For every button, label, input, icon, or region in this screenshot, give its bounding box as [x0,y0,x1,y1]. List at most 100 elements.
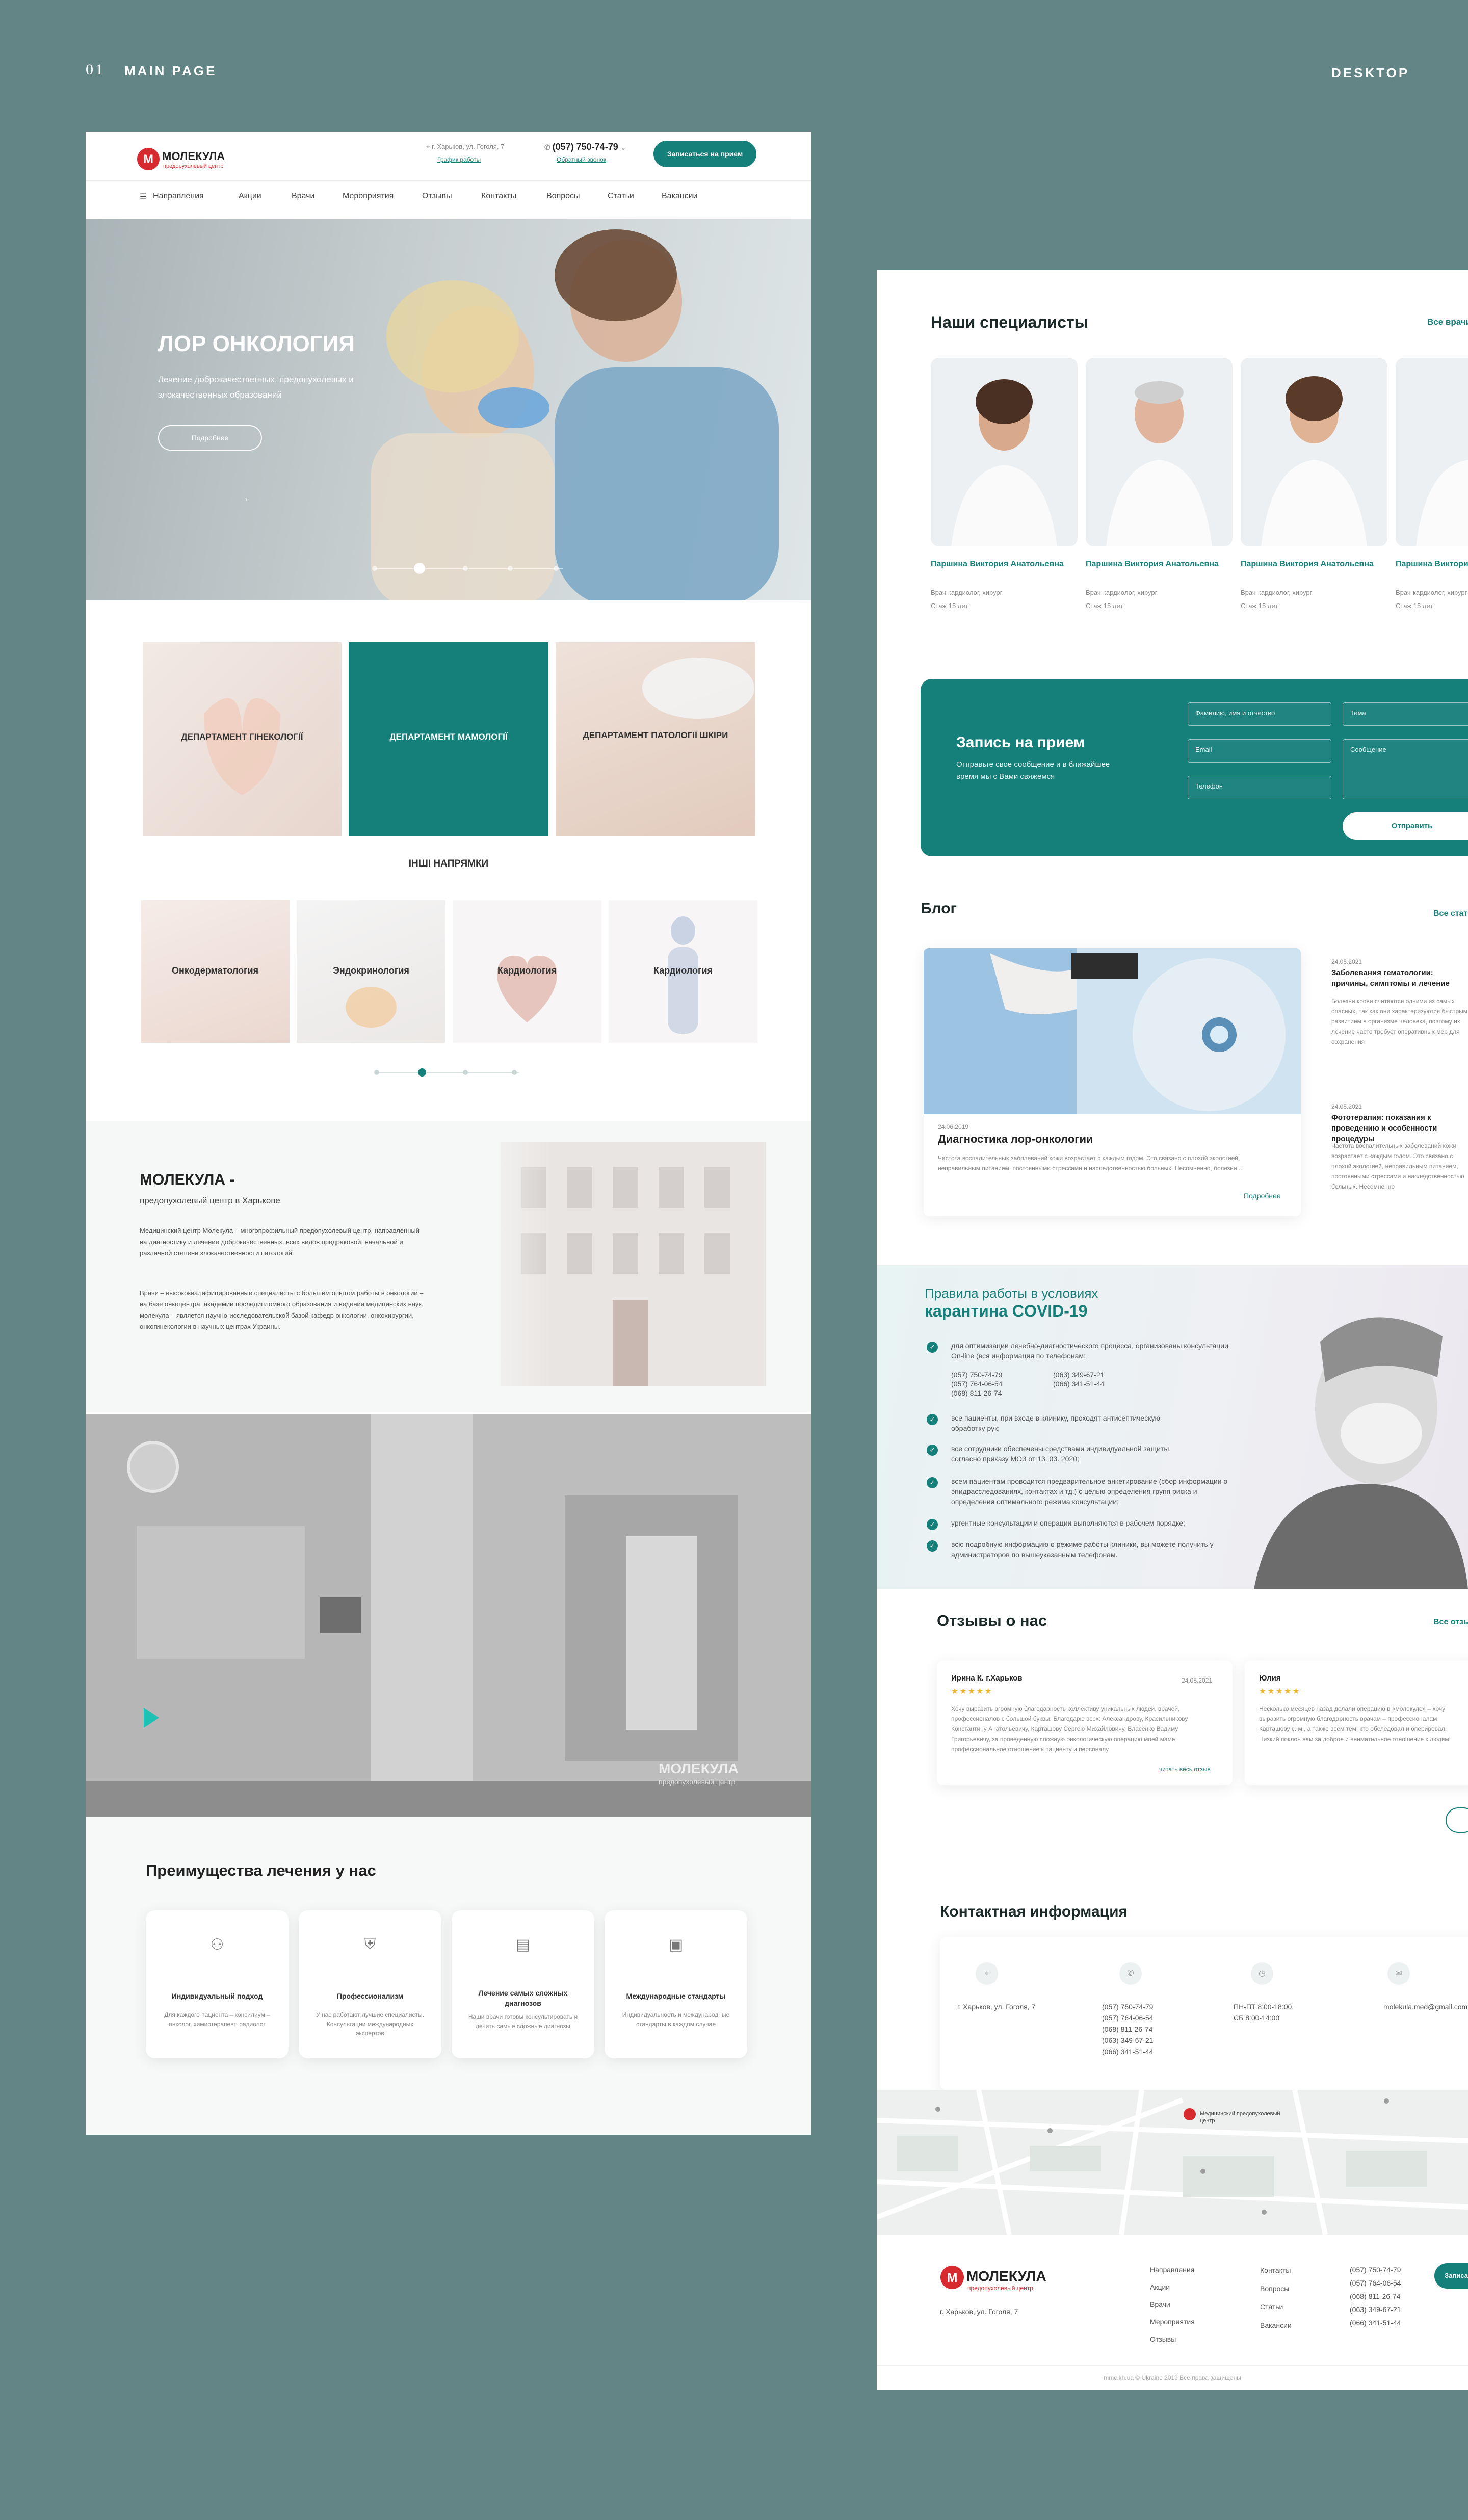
read-review-link[interactable]: читать весь отзыв [1159,1766,1211,1773]
direction-card[interactable]: Кардиология [609,900,757,1043]
schedule-link[interactable]: График работы [437,156,481,163]
blog-side-title[interactable]: Заболевания гематологии: причины, симпто… [1331,967,1468,989]
direction-card[interactable]: Эндокринология [297,900,445,1043]
message-field[interactable]: Сообщение [1343,739,1468,799]
logo[interactable]: M МОЛЕКУЛА предоpухолевый центр [137,146,249,173]
contact-phones: (057) 750-74-79 (057) 764-06-54 (068) 81… [1102,2001,1153,2057]
doctor-photo[interactable] [1396,358,1468,546]
slider-dot[interactable] [554,566,559,571]
map[interactable]: Медицинский предопухолевый центр [877,2090,1468,2235]
phone-number[interactable]: (057) 750-74-79 [1350,2263,1401,2276]
nav-questions[interactable]: Вопросы [546,192,580,201]
submit-button[interactable]: Отправить [1343,812,1468,840]
all-articles-link[interactable]: Все статьи [1433,909,1468,918]
department-title: ДЕПАРТАМЕНТ ПАТОЛОГІЇ ШКІРИ [583,730,728,740]
nav-directions[interactable]: Направления [153,192,204,201]
nav-events[interactable]: Мероприятия [343,192,394,201]
divider [877,2365,1468,2366]
nav-doctors[interactable]: Врачи [292,192,314,201]
blog-main-card[interactable]: 24.06.2019 Диагностика лор-онкологии Час… [924,948,1301,1216]
footer-link[interactable]: Акции [1150,2278,1195,2296]
check-icon: ✓ [927,1414,938,1425]
blog-more-link[interactable]: Подробнее [1244,1192,1281,1200]
check-icon: ✓ [927,1342,938,1353]
video-section[interactable]: МОЛЕКУЛА предопухолевый центр [86,1414,811,1817]
callback-link[interactable]: Обратный звонок [557,156,606,163]
footer-link[interactable]: Отзывы [1150,2330,1195,2348]
pagination-dot[interactable] [512,1070,517,1075]
direction-title: Кардиология [653,965,713,976]
footer-link[interactable]: Врачи [1150,2296,1195,2313]
footer-link[interactable]: Вакансии [1260,2316,1292,2334]
department-card[interactable]: ДЕПАРТАМЕНТ ПАТОЛОГІЇ ШКІРИ [556,642,755,836]
footer-link[interactable]: Мероприятия [1150,2313,1195,2330]
topic-field[interactable]: Тема [1343,702,1468,726]
menu-icon[interactable]: ☰ [140,192,147,202]
footer-link[interactable]: Вопросы [1260,2279,1292,2298]
phone-number[interactable]: (057) 764-06-54 [1350,2276,1401,2290]
check-icon: ✓ [927,1540,938,1552]
phone-number[interactable]: (057) 750-74-79 [1102,2001,1153,2012]
doctor-name[interactable]: Паршина Виктория Анатольевна [1086,559,1228,570]
slider-dot-active[interactable] [414,563,425,574]
contact-email[interactable]: molekula.med@gmail.com [1383,2001,1467,2012]
hero-more-button[interactable]: Подробнее [158,425,262,451]
advantage-title: Профессионализм [336,1992,404,2000]
slider-dot[interactable] [508,566,513,571]
direction-card[interactable]: Кардиология [453,900,601,1043]
nav-contacts[interactable]: Контакты [481,192,516,201]
blog-date: 24.06.2019 [938,1123,969,1131]
blog-side-title[interactable]: Фототерапия: показания к проведению и ос… [1331,1112,1468,1144]
reviews-title: Отзывы о нас [937,1612,1047,1630]
advantage-title: Лечение самых сложных диагнозов [478,1989,568,2007]
footer-link[interactable]: Контакты [1260,2261,1292,2279]
all-reviews-link[interactable]: Все отзывы [1433,1618,1468,1627]
pagination-dot[interactable] [463,1070,468,1075]
phone-number[interactable]: (057) 764-06-54 [1102,2012,1153,2024]
phone-number[interactable]: (066) 341-51-44 [1102,2046,1153,2057]
chevron-down-icon[interactable]: ⌄ [621,144,626,151]
advantages-title: Преимущества лечения у нас [146,1861,376,1879]
nav-vacancies[interactable]: Вакансии [662,192,698,201]
slider-dot[interactable] [463,566,468,571]
play-icon[interactable] [144,1708,159,1728]
blog-post-text: Частота воспалительных заболеваний кожи … [938,1154,1244,1172]
doctor-name[interactable]: Паршина Виктория Анатольевна [1241,559,1383,570]
footer-link[interactable]: Статьи [1260,2298,1292,2316]
footer-appointment-button[interactable]: Записаться на прием [1434,2263,1468,2289]
department-card-active[interactable]: ДЕПАРТАМЕНТ МАМОЛОГІЇ [349,642,548,836]
users-icon: ⚇ [210,1936,224,1953]
pagination-dot[interactable] [374,1070,379,1075]
all-doctors-link[interactable]: Все врачи [1427,317,1468,327]
footer-link[interactable]: Направления [1150,2261,1195,2278]
email-field[interactable]: Email [1188,739,1331,763]
doctor-photo[interactable] [931,358,1078,546]
nav-promotions[interactable]: Акции [239,192,261,201]
doctor-photo[interactable] [1241,358,1387,546]
doctor-photo[interactable] [1086,358,1233,546]
header-phone[interactable]: ✆ (057) 750-74-79 ⌄ [544,142,626,152]
appointment-title: Запись на прием [956,734,1085,751]
name-field[interactable]: Фамилию, имя и отчество [1188,702,1331,726]
phone-number[interactable]: (063) 349-67-21 [1350,2303,1401,2316]
nav-reviews[interactable]: Отзывы [422,192,452,201]
arrow-right-icon[interactable]: → [239,491,250,505]
direction-card[interactable]: Онкодерматология [141,900,290,1043]
department-card[interactable]: ДЕПАРТАМЕНТ ГІНЕКОЛОГІЇ [143,642,342,836]
phone-number[interactable]: (063) 349-67-21 [1102,2035,1153,2046]
doctor-name[interactable]: Паршина Виктория Анатольевна [1396,559,1468,570]
pagination-dot-active[interactable] [418,1068,426,1077]
phone-number[interactable]: (066) 341-51-44 [1350,2316,1401,2329]
doctor-name[interactable]: Паршина Виктория Анатольевна [931,559,1073,570]
phone-field[interactable]: Телефон [1188,776,1331,799]
covid-phones-b: (063) 349-67-21 (066) 341-51-44 [1053,1370,1104,1388]
phone-number[interactable]: (068) 811-26-74 [1350,2290,1401,2303]
appointment-button[interactable]: Записаться на прием [653,141,756,167]
contact-hours: ПН-ПТ 8:00-18:00, СБ 8:00-14:00 [1234,2003,1294,2022]
next-review-button[interactable] [1446,1807,1468,1833]
footer-logo[interactable]: M МОЛЕКУЛА предопухолевый центр [940,2263,1057,2294]
slider-dot[interactable] [372,566,377,571]
covid-rule: все пациенты, при входе в клинику, прохо… [951,1414,1161,1432]
nav-articles[interactable]: Статьи [608,192,634,201]
phone-number[interactable]: (068) 811-26-74 [1102,2024,1153,2035]
